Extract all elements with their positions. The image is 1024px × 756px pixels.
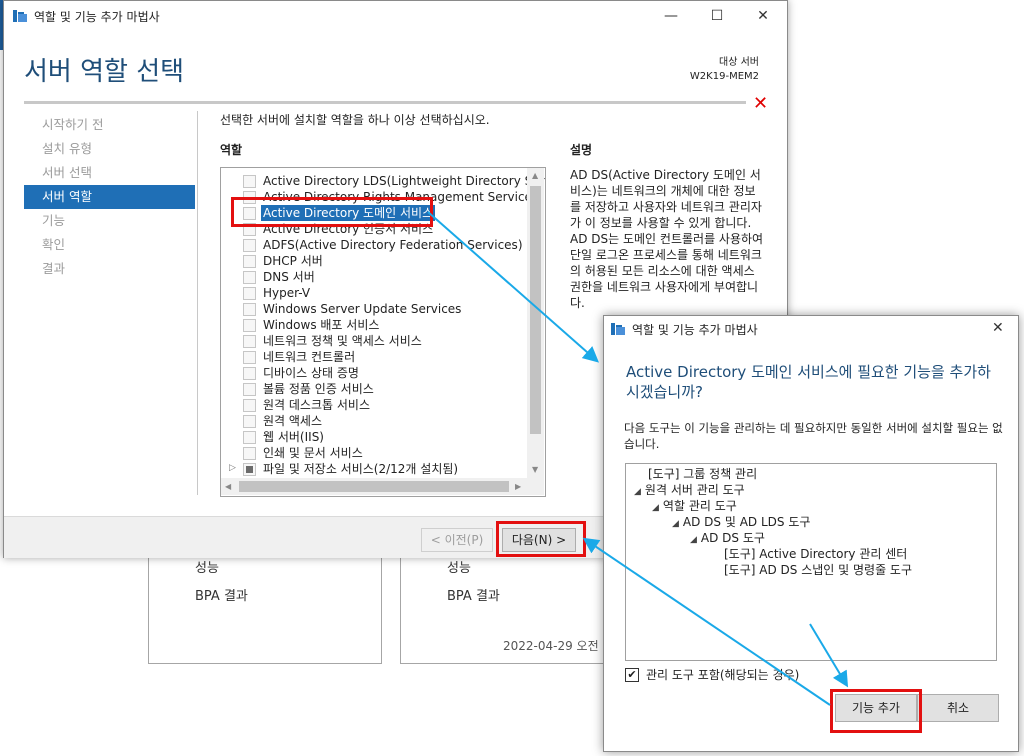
arrow-role-to-dialog bbox=[427, 211, 600, 363]
arrow-add-to-next bbox=[582, 537, 831, 706]
arrow-to-add-features bbox=[809, 623, 849, 688]
annotation-arrows bbox=[427, 211, 849, 706]
